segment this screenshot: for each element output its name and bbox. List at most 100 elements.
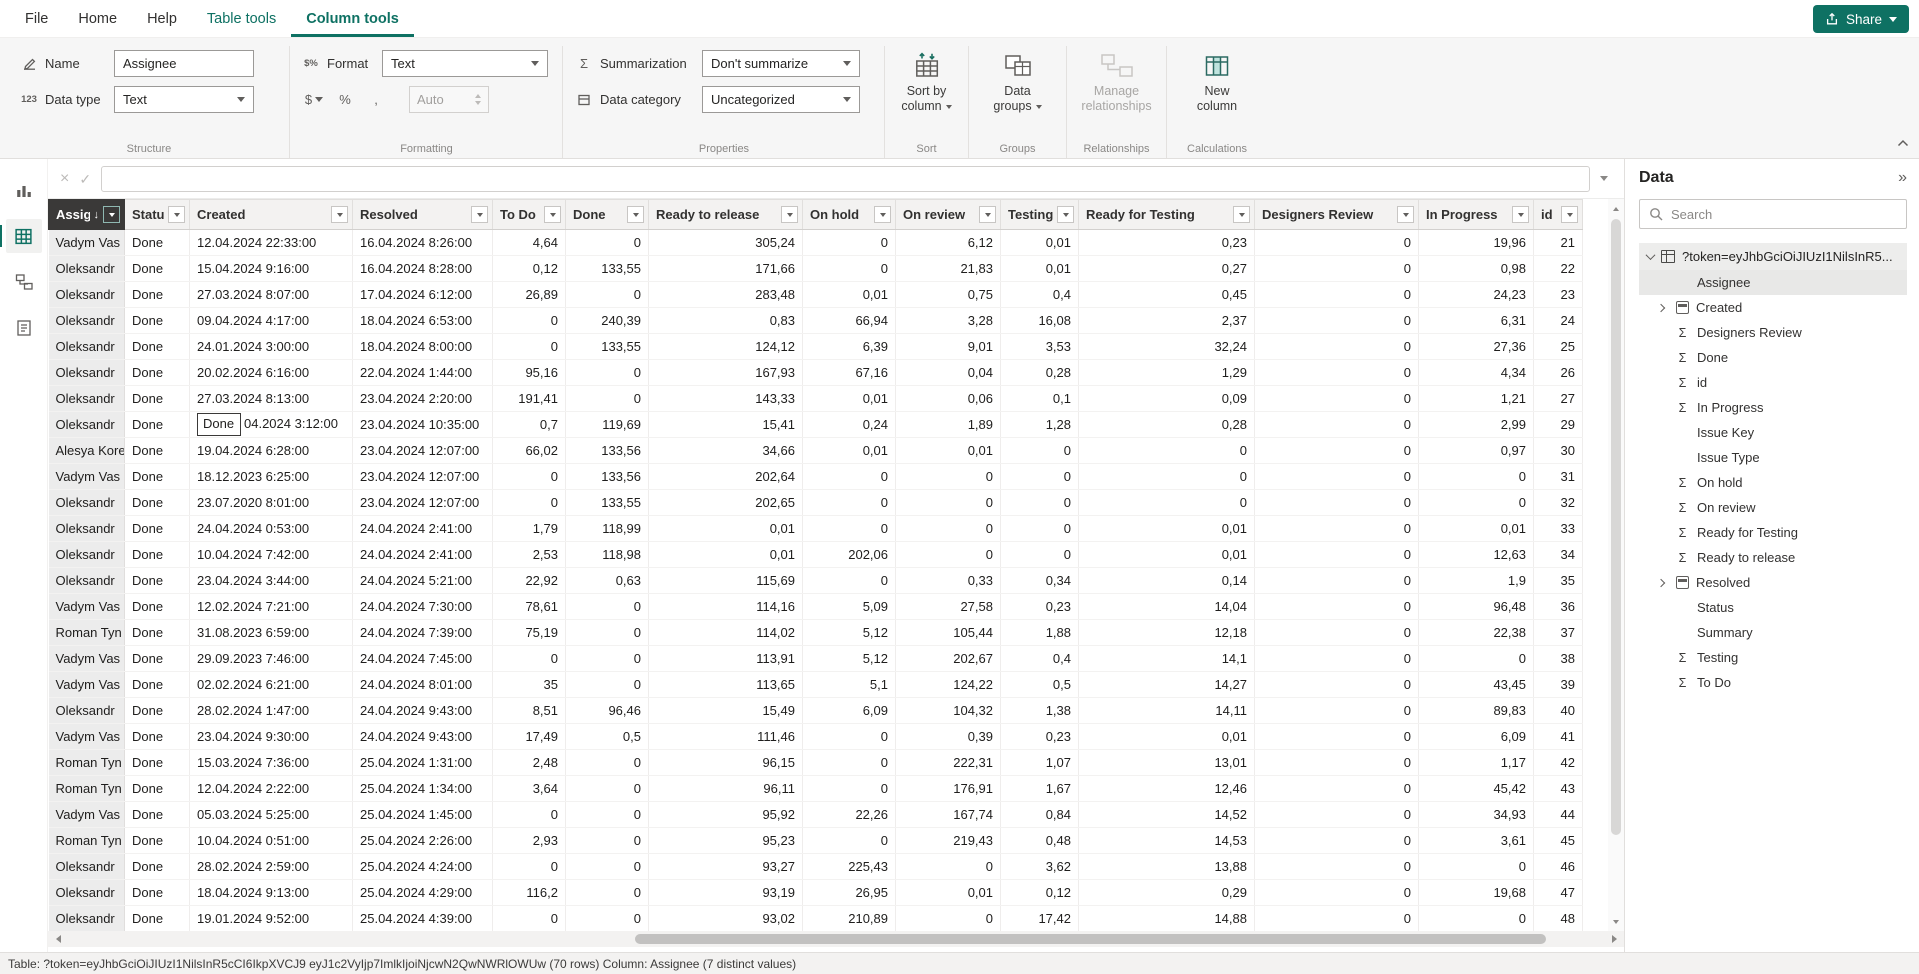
cell[interactable]: 0,84 — [1001, 802, 1079, 828]
cell[interactable]: 0,01 — [803, 282, 896, 308]
cell[interactable]: 6,31 — [1419, 308, 1534, 334]
cell[interactable]: 14,1 — [1079, 646, 1255, 672]
cell[interactable]: 14,53 — [1079, 828, 1255, 854]
cell[interactable]: 0,4 — [1001, 282, 1079, 308]
cell[interactable]: 23 — [1534, 282, 1583, 308]
cell[interactable]: 0 — [1419, 854, 1534, 880]
cell[interactable]: 96,46 — [566, 698, 649, 724]
chevron-down-icon[interactable] — [1646, 250, 1656, 260]
scroll-right-icon[interactable] — [1608, 935, 1624, 943]
menu-tab-file[interactable]: File — [10, 0, 63, 37]
cell[interactable]: Done — [125, 724, 190, 750]
cell[interactable]: 0 — [1255, 776, 1419, 802]
cell[interactable]: 124,22 — [896, 672, 1001, 698]
cell[interactable]: 48 — [1534, 906, 1583, 932]
field-issue-key[interactable]: Issue Key — [1639, 420, 1907, 445]
cell[interactable]: 0,01 — [1001, 256, 1079, 282]
cell[interactable]: 8,51 — [493, 698, 566, 724]
cell[interactable]: 12,18 — [1079, 620, 1255, 646]
spinner-arrows-icon[interactable] — [475, 91, 481, 108]
cell[interactable]: 24.04.2024 7:45:00 — [353, 646, 493, 672]
cell[interactable]: 3,62 — [1001, 854, 1079, 880]
cell[interactable]: 15,41 — [649, 412, 803, 438]
cell[interactable]: 23.04.2024 12:07:00 — [353, 438, 493, 464]
cell[interactable]: 25.04.2024 4:24:00 — [353, 854, 493, 880]
cell[interactable]: 24.04.2024 9:43:00 — [353, 698, 493, 724]
filter-dropdown-icon[interactable] — [471, 206, 488, 223]
cell[interactable]: 25.04.2024 2:26:00 — [353, 828, 493, 854]
cell[interactable]: 113,65 — [649, 672, 803, 698]
cell[interactable]: 0 — [1255, 750, 1419, 776]
cell[interactable]: Done — [125, 230, 190, 256]
cell[interactable]: 12.04.2024 2:22:00 — [190, 776, 353, 802]
cell[interactable]: 1,89 — [896, 412, 1001, 438]
cell[interactable]: 24.04.2024 2:41:00 — [353, 516, 493, 542]
cell[interactable]: 0 — [1255, 646, 1419, 672]
cell[interactable]: Oleksandr — [49, 516, 125, 542]
cell[interactable]: 1,07 — [1001, 750, 1079, 776]
cell[interactable]: 32 — [1534, 490, 1583, 516]
cell[interactable]: 133,55 — [566, 334, 649, 360]
cell[interactable]: 09.04.2024 4:17:00 — [190, 308, 353, 334]
cell[interactable]: 0,12 — [493, 256, 566, 282]
cell[interactable]: 10.04.2024 0:51:00 — [190, 828, 353, 854]
cell[interactable]: 32,24 — [1079, 334, 1255, 360]
filter-dropdown-icon[interactable] — [1057, 206, 1074, 223]
cell[interactable]: 0,45 — [1079, 282, 1255, 308]
cell[interactable]: 22.04.2024 1:44:00 — [353, 360, 493, 386]
vertical-scroll-thumb[interactable] — [1611, 219, 1621, 835]
cell[interactable]: 111,46 — [649, 724, 803, 750]
expand-formula-bar-icon[interactable] — [1600, 176, 1608, 185]
cell[interactable]: 0,01 — [1079, 724, 1255, 750]
cell[interactable]: 0 — [803, 724, 896, 750]
cell[interactable]: 0 — [566, 802, 649, 828]
cell[interactable]: 0,7 — [493, 412, 566, 438]
cell[interactable]: 133,55 — [566, 256, 649, 282]
cell[interactable]: 0 — [803, 776, 896, 802]
cell[interactable]: 114,16 — [649, 594, 803, 620]
cell[interactable]: 0,24 — [803, 412, 896, 438]
filter-dropdown-icon[interactable] — [1233, 206, 1250, 223]
cell[interactable]: 1,9 — [1419, 568, 1534, 594]
cell[interactable]: 24,23 — [1419, 282, 1534, 308]
cell[interactable]: 26,89 — [493, 282, 566, 308]
cell[interactable]: 12,63 — [1419, 542, 1534, 568]
cell[interactable]: 167,74 — [896, 802, 1001, 828]
cell[interactable]: 0 — [1419, 490, 1534, 516]
cell[interactable]: Done04.2024 3:12:00 — [190, 412, 353, 438]
cell[interactable]: 24.04.2024 7:39:00 — [353, 620, 493, 646]
cell[interactable]: 0 — [566, 828, 649, 854]
scroll-down-icon[interactable] — [1613, 915, 1619, 931]
cell[interactable]: 45,42 — [1419, 776, 1534, 802]
cell[interactable]: 6,09 — [803, 698, 896, 724]
cell[interactable]: 46 — [1534, 854, 1583, 880]
cell[interactable]: Oleksandr — [49, 490, 125, 516]
cell[interactable]: 114,02 — [649, 620, 803, 646]
cell[interactable]: 0,04 — [896, 360, 1001, 386]
filter-dropdown-icon[interactable] — [1561, 206, 1578, 223]
cell[interactable]: 27.03.2024 8:13:00 — [190, 386, 353, 412]
cell[interactable]: Done — [125, 282, 190, 308]
report-view-button[interactable] — [6, 173, 42, 207]
field-testing[interactable]: ΣTesting — [1639, 645, 1907, 670]
cell[interactable]: 0 — [1255, 906, 1419, 932]
data-type-dropdown[interactable]: Text — [114, 86, 254, 113]
cell[interactable]: 0,01 — [1079, 542, 1255, 568]
cell[interactable]: 0 — [1001, 516, 1079, 542]
cell[interactable]: 0,1 — [1001, 386, 1079, 412]
formula-input[interactable] — [101, 166, 1590, 192]
cell[interactable]: 27,58 — [896, 594, 1001, 620]
commit-formula-icon[interactable]: ✓ — [79, 172, 91, 186]
cell[interactable]: 0,01 — [1079, 516, 1255, 542]
cell[interactable]: 23.04.2024 12:07:00 — [353, 464, 493, 490]
cell[interactable]: 5,09 — [803, 594, 896, 620]
cell[interactable]: 283,48 — [649, 282, 803, 308]
cell[interactable]: Oleksandr — [49, 568, 125, 594]
vertical-scrollbar[interactable] — [1608, 199, 1624, 931]
chevron-right-icon[interactable] — [1657, 578, 1665, 586]
cell[interactable]: Done — [125, 672, 190, 698]
cell[interactable]: 75,19 — [493, 620, 566, 646]
cell[interactable]: 0 — [493, 308, 566, 334]
field-assignee[interactable]: Assignee — [1639, 270, 1907, 295]
thousands-separator-button[interactable]: , — [364, 87, 388, 112]
